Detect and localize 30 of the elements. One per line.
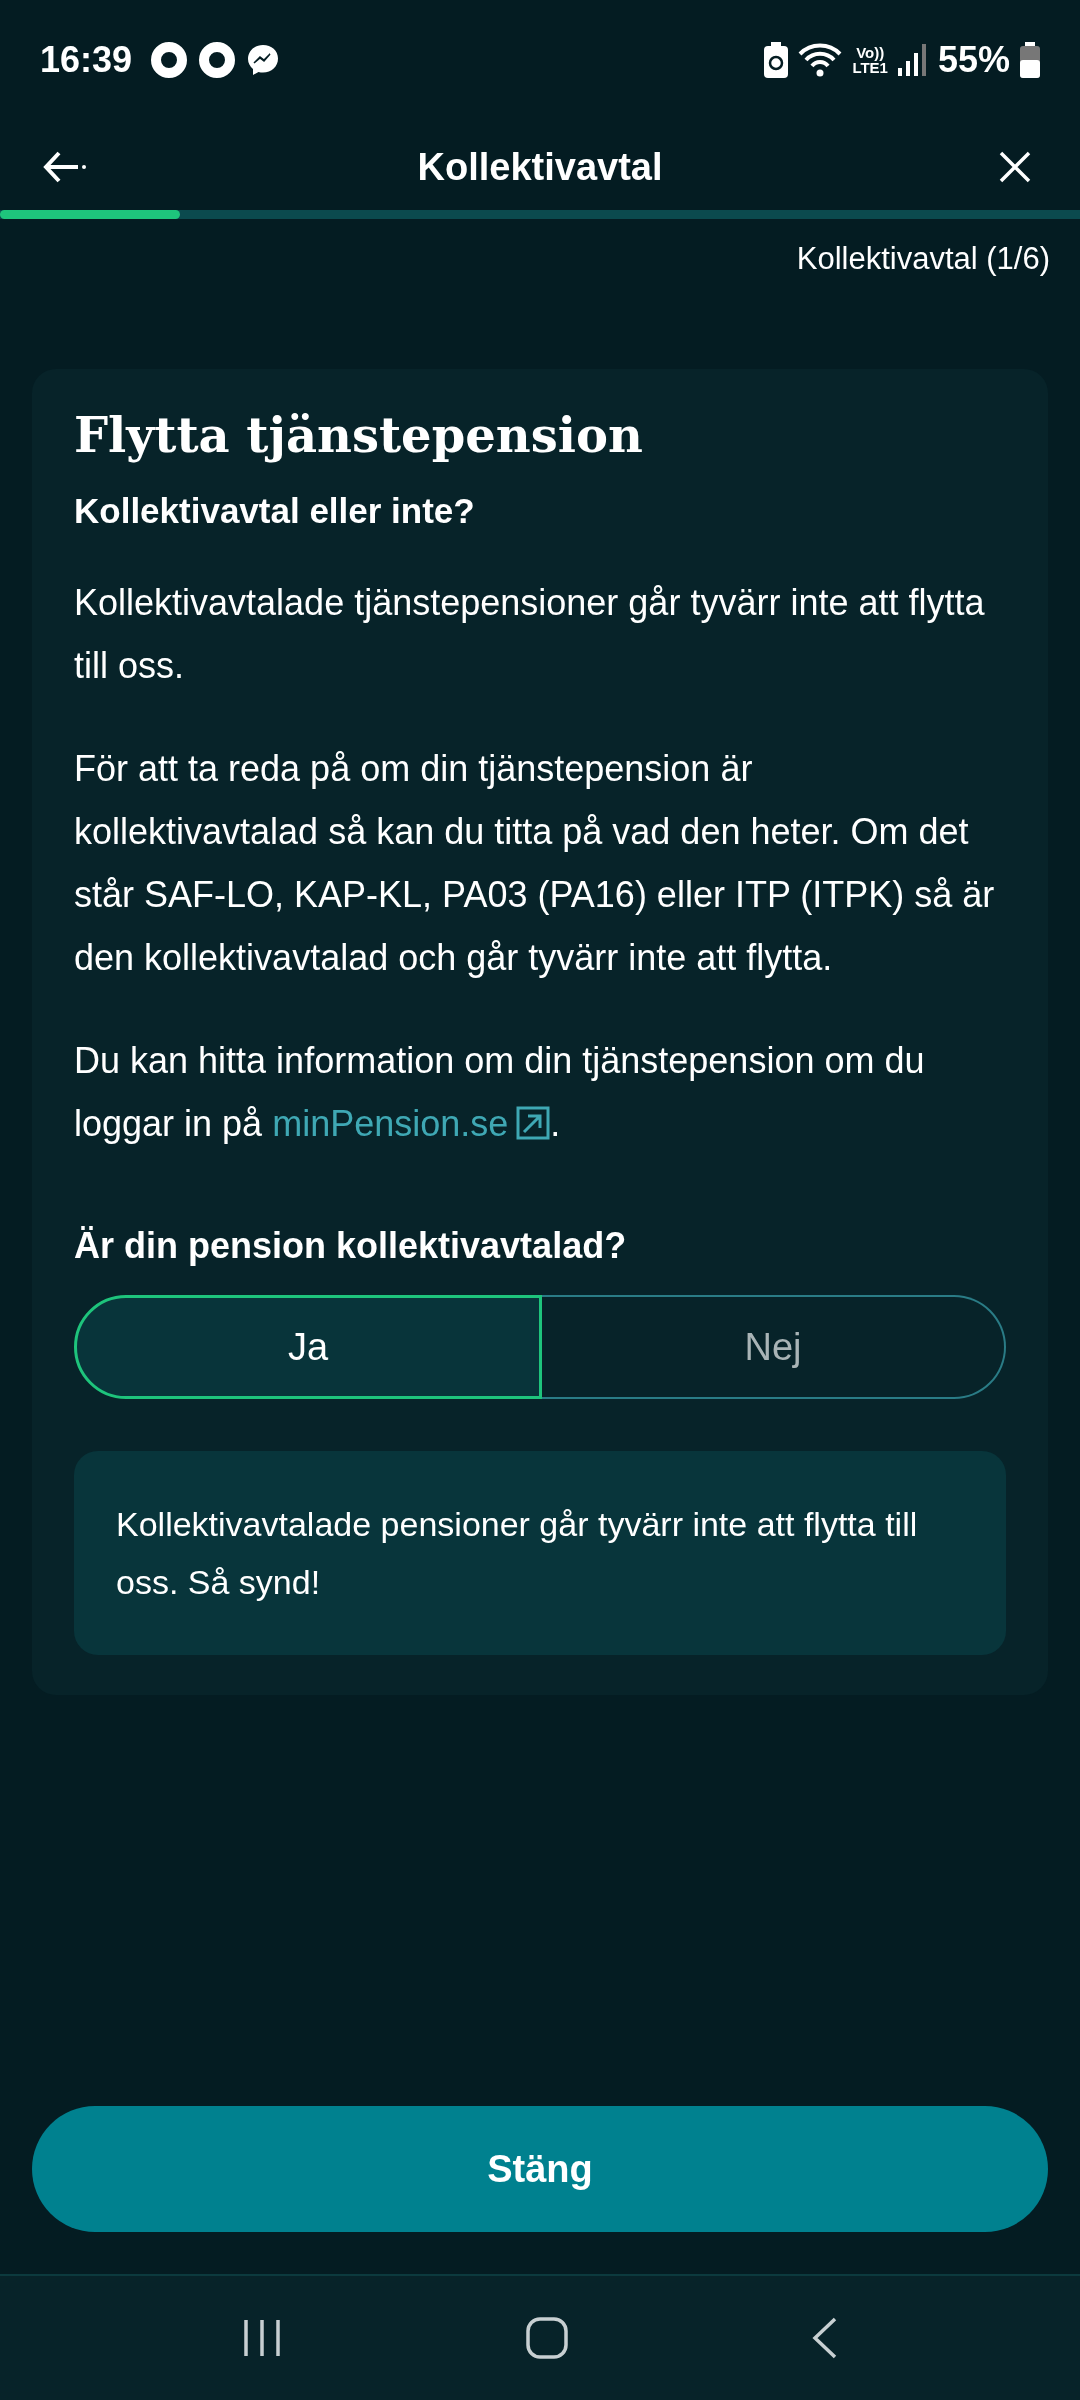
question-label: Är din pension kollektivavtalad? (74, 1225, 628, 1267)
body-paragraph: Kollektivavtalade tjänstepensioner går tyvärr inte att flytta till oss. (74, 581, 986, 688)
status-time: 16:39 (40, 39, 133, 81)
volte-label: Vo)) (856, 45, 885, 60)
ring-icon (150, 41, 189, 79)
signal-icon (897, 44, 928, 76)
choice-option[interactable]: Ja (74, 1295, 542, 1399)
battery-icon (1020, 42, 1040, 78)
body-paragraph: Du kan hitta information om din tjänstepension om du loggar in på minPension.se . (74, 1039, 926, 1146)
back-icon[interactable] (812, 2317, 838, 2359)
battery-percent: 55% (937, 39, 1010, 81)
card-subtitle: Kollektivavtal eller inte? (74, 491, 476, 531)
screen-title: Kollektivavtal (417, 145, 663, 189)
choice-option[interactable]: Nej (542, 1295, 1006, 1399)
card-title: Flytta tjänstepension (74, 407, 644, 463)
body-paragraph: För att ta reda på om din tjänstepension är kollektivavtalad så kan du titta på vad den heter. Om det står SAF-LO, KAP-KL, PA03 (PA16) eller ITP (ITPK) så är den kollektivavtalad och går tyvärr inte att flytta. (74, 747, 996, 980)
network-label: LTE1 (852, 60, 888, 75)
close-icon (999, 151, 1031, 183)
wifi-icon (798, 42, 843, 78)
close-action-button[interactable]: Stäng (32, 2106, 1048, 2232)
home-icon[interactable] (526, 2317, 568, 2359)
back-arrow-icon (43, 150, 87, 184)
minpension-link[interactable]: minPension.se (272, 1103, 551, 1144)
battery-saver-icon (764, 42, 789, 78)
messenger-icon (246, 43, 281, 77)
ring-icon (198, 41, 237, 79)
external-link-icon (516, 1106, 551, 1140)
notice-message: Kollektivavtalade pensioner går tyvärr inte att flytta till oss. Så synd! (74, 1451, 1006, 1655)
step-label: Kollektivavtal (1/6) (795, 240, 1051, 278)
recent-apps-icon[interactable] (242, 2318, 282, 2358)
